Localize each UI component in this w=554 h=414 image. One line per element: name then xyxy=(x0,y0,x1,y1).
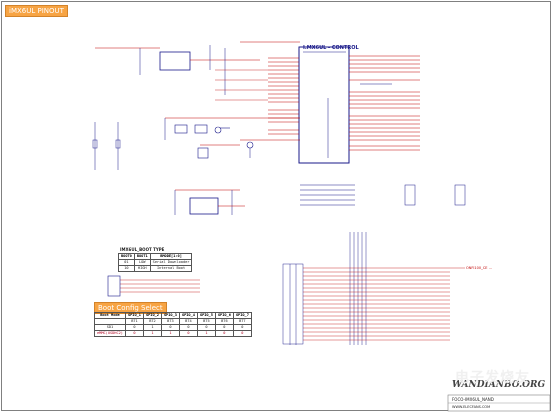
boot-select-cell: 0 xyxy=(214,330,234,337)
main-ic-body xyxy=(298,46,350,164)
boot-select-header: GPIO_7 xyxy=(232,312,252,319)
boot-jumper xyxy=(107,275,121,297)
title-block-name: FOCO-IMX6UL_NAND xyxy=(452,397,494,402)
boot-select-cell: 0 xyxy=(124,330,144,337)
boot-select-header: GPIO_6 xyxy=(214,312,234,319)
boot-select-header: GPIO_5 xyxy=(196,312,216,319)
regulator-ic xyxy=(159,51,191,71)
boot-type-table: BOOT0 BOOT1 BMODE[1:0] 01 LOW Serial Dow… xyxy=(118,253,193,272)
boot-type-cell: Serial Downloader xyxy=(149,259,193,266)
schematic-sheet: iMX6UL PINOUT I.MX6UL - CONTROL IMX6UL_B… xyxy=(0,0,554,414)
watermark-domain: 电子发烧友 xyxy=(455,370,530,386)
boot-select-header: GPIO_1 xyxy=(124,312,144,319)
boot-jumper-nets xyxy=(120,279,200,293)
boot-select-cell: eMMC(USDHC2) xyxy=(94,330,126,337)
boot-select-header: GPIO_3 xyxy=(160,312,180,319)
main-ic-right-pins xyxy=(349,55,420,151)
bus-side-note: ONFI100_CE ... xyxy=(466,266,492,270)
title-block-doc: WWW.ELECFANS.COM xyxy=(452,405,491,409)
boot-type-cell: Internal Boot xyxy=(149,265,193,272)
boot-select-cell: 0 xyxy=(232,330,252,337)
boot-select-cell: 1 xyxy=(196,330,216,337)
boot-type-title: IMX6UL_BOOT TYPE xyxy=(120,247,165,252)
boot-type-cell: 10 xyxy=(118,265,135,272)
main-ic-title: I.MX6UL - CONTROL xyxy=(303,45,359,51)
boot-select-cell: 1 xyxy=(160,330,180,337)
boot-select-cell: 0 xyxy=(178,330,198,337)
header-connectors xyxy=(300,184,466,206)
boot-select-header: GPIO_2 xyxy=(142,312,162,319)
boot-type-cell: HIGH xyxy=(133,265,151,272)
schematic-wiring xyxy=(92,41,551,412)
main-ic-left-pins xyxy=(268,57,299,135)
boot-select-table: Boot Mode GPIO_1 GPIO_2 GPIO_3 GPIO_4 GP… xyxy=(94,312,252,337)
left-resistor-columns xyxy=(92,122,121,170)
lower-regulator-ic xyxy=(189,197,219,215)
boot-select-header: GPIO_4 xyxy=(178,312,198,319)
boot-select-cell: 1 xyxy=(142,330,162,337)
lower-bus-nets xyxy=(303,267,465,341)
